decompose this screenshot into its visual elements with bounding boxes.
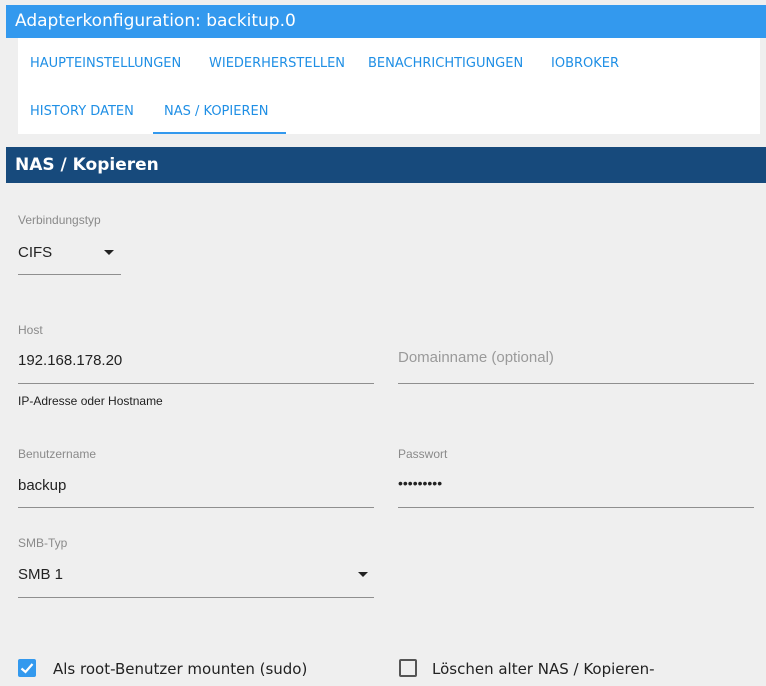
window-title: Adapterkonfiguration: backitup.0: [6, 5, 766, 38]
root-mount-label: Als root-Benutzer mounten (sudo): [53, 660, 308, 678]
smb-type-select[interactable]: SMB 1: [18, 558, 374, 598]
delete-old-checkbox[interactable]: [399, 659, 417, 677]
smb-type-underline: [18, 597, 374, 598]
tab-iobroker[interactable]: IOBROKER: [551, 56, 619, 71]
password-input[interactable]: •••••••••: [398, 468, 754, 508]
password-underline: [398, 507, 754, 508]
host-value: 192.168.178.20: [18, 352, 123, 369]
connection-type-label: Verbindungstyp: [18, 213, 101, 227]
host-helper-text: IP-Adresse oder Hostname: [18, 394, 163, 408]
password-value: •••••••••: [398, 475, 443, 491]
username-underline: [18, 507, 374, 508]
domain-input[interactable]: Domainname (optional): [398, 344, 754, 384]
check-icon: [20, 663, 34, 674]
host-underline: [18, 383, 374, 384]
smb-type-value: SMB 1: [18, 566, 64, 583]
tab-wiederherstellen[interactable]: WIEDERHERSTELLEN: [209, 56, 345, 71]
tab-benachrichtigungen[interactable]: BENACHRICHTIGUNGEN: [368, 56, 523, 71]
username-input[interactable]: backup: [18, 468, 374, 508]
connection-type-select[interactable]: CIFS: [18, 236, 121, 276]
password-label: Passwort: [398, 447, 448, 461]
domain-placeholder: Domainname (optional): [398, 349, 554, 366]
tab-bar: HAUPTEINSTELLUNGEN WIEDERHERSTELLEN BENA…: [18, 38, 760, 134]
connection-type-value: CIFS: [18, 244, 53, 261]
username-label: Benutzername: [18, 447, 97, 461]
tab-haupteinstellungen[interactable]: HAUPTEINSTELLUNGEN: [30, 56, 181, 71]
active-tab-indicator: [153, 132, 286, 134]
connection-type-underline: [18, 274, 121, 275]
username-value: backup: [18, 477, 67, 494]
chevron-down-icon: [358, 572, 368, 577]
host-label: Host: [18, 323, 43, 337]
tab-nas-kopieren[interactable]: NAS / KOPIEREN: [164, 104, 268, 119]
root-mount-checkbox[interactable]: [18, 659, 36, 677]
chevron-down-icon: [104, 250, 114, 255]
section-header: NAS / Kopieren: [6, 147, 766, 183]
host-input[interactable]: 192.168.178.20: [18, 344, 374, 384]
delete-old-label: Löschen alter NAS / Kopieren-: [432, 660, 655, 678]
smb-type-label: SMB-Typ: [18, 536, 68, 550]
domain-underline: [398, 383, 754, 384]
tab-history-daten[interactable]: HISTORY DATEN: [30, 104, 134, 119]
